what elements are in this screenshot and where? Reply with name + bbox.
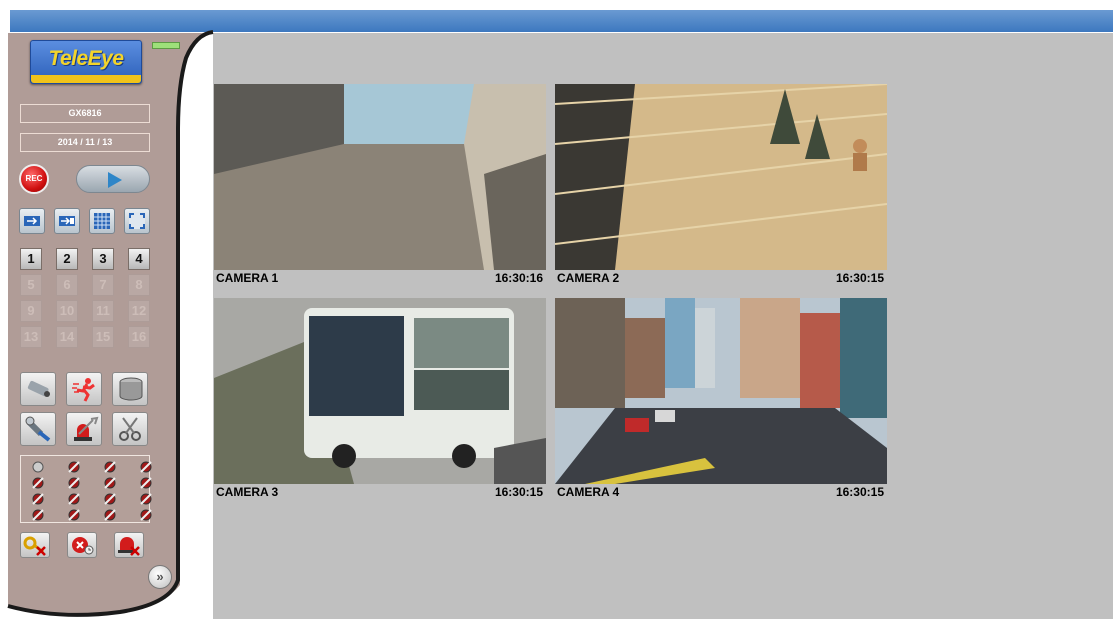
motion-alarm-button[interactable] <box>66 372 102 406</box>
fullscreen-icon <box>129 213 145 229</box>
camera-button-10: 10 <box>56 300 78 322</box>
camera-tile-3[interactable]: CAMERA 3 16:30:15 <box>214 298 546 501</box>
camera-caption: CAMERA 2 16:30:15 <box>555 270 887 287</box>
alarm-status-dot <box>32 461 44 473</box>
alarm-status-dot <box>68 461 80 473</box>
camera-feed-image <box>555 84 887 270</box>
storage-icon <box>119 377 143 401</box>
key-icon <box>23 536 46 556</box>
tool-icon <box>25 416 51 442</box>
camera-tile-4[interactable]: CAMERA 4 16:30:15 <box>555 298 887 501</box>
camera-button-13: 13 <box>20 326 42 348</box>
alarm-status-grid <box>20 455 152 523</box>
more-options-button[interactable]: » <box>148 565 172 589</box>
single-view-icon <box>24 216 40 226</box>
alarm-status-dot <box>104 477 116 489</box>
alarm-status-dot <box>140 461 152 473</box>
camera-button-12: 12 <box>128 300 150 322</box>
camera-button-3[interactable]: 3 <box>92 248 114 270</box>
camera-button-7: 7 <box>92 274 114 296</box>
alarm-status-dot <box>104 461 116 473</box>
camera-caption: CAMERA 3 16:30:15 <box>214 484 546 501</box>
teleeye-logo: TeleEye <box>30 40 142 84</box>
alarm-status-dot <box>140 477 152 489</box>
status-led <box>152 42 180 49</box>
camera-feed-image <box>214 84 546 270</box>
alarm-status-dot <box>68 493 80 505</box>
camera-feed-image <box>214 298 546 484</box>
device-model: GX6816 <box>20 104 150 123</box>
grid-view-button[interactable] <box>89 208 115 234</box>
camera-button-9: 9 <box>20 300 42 322</box>
camera-feed-image <box>555 298 887 484</box>
single-view-button[interactable] <box>19 208 45 234</box>
alarm-status-dot <box>140 493 152 505</box>
alarm-status-dot <box>68 477 80 489</box>
camera-button-16: 16 <box>128 326 150 348</box>
camera-caption: CAMERA 1 16:30:16 <box>214 270 546 287</box>
camera-name: CAMERA 3 <box>216 485 279 499</box>
alarm-status-dot <box>104 509 116 521</box>
camera-caption: CAMERA 4 16:30:15 <box>555 484 887 501</box>
fullscreen-button[interactable] <box>124 208 150 234</box>
motion-alarm-icon <box>72 378 95 402</box>
clear-schedule-button[interactable] <box>67 532 97 558</box>
camera-name: CAMERA 4 <box>557 485 620 499</box>
camera-button-8: 8 <box>128 274 150 296</box>
camera-timestamp: 16:30:15 <box>494 485 543 499</box>
dvr-viewer-app: TeleEye GX6816 2014 / 11 / 13 REC 123456… <box>0 0 1113 619</box>
play-icon <box>108 172 122 188</box>
camera-button-15: 15 <box>92 326 114 348</box>
alarm-status-dot <box>140 509 152 521</box>
camera-button-2[interactable]: 2 <box>56 248 78 270</box>
play-button[interactable] <box>76 165 150 193</box>
camera-button-1[interactable]: 1 <box>20 248 42 270</box>
camera-timestamp: 16:30:15 <box>835 271 884 285</box>
maintenance-button[interactable] <box>20 412 56 446</box>
record-button[interactable]: REC <box>19 164 49 194</box>
alarm-status-dot <box>32 477 44 489</box>
logo-text: TeleEye <box>48 47 124 70</box>
grid-view-icon <box>94 213 110 229</box>
device-date: 2014 / 11 / 13 <box>20 133 150 152</box>
cut-clip-button[interactable] <box>112 412 148 446</box>
camera-tile-2[interactable]: CAMERA 2 16:30:15 <box>555 84 887 287</box>
top-bar <box>10 10 1113 32</box>
camera-name: CAMERA 1 <box>216 271 279 285</box>
alarm-status-dot <box>104 493 116 505</box>
camera-tile-1[interactable]: CAMERA 1 16:30:16 <box>214 84 546 287</box>
camera-button-14: 14 <box>56 326 78 348</box>
alarm-reset-button[interactable] <box>114 532 144 558</box>
alarm-status-dot <box>32 493 44 505</box>
alarm-clear-icon <box>118 537 140 556</box>
alarm-status-dot <box>68 509 80 521</box>
unlock-button[interactable] <box>20 532 50 558</box>
camera-icon <box>27 380 50 397</box>
control-panel: TeleEye GX6816 2014 / 11 / 13 REC 123456… <box>14 32 184 612</box>
camera-button-5: 5 <box>20 274 42 296</box>
storage-button[interactable] <box>112 372 148 406</box>
alarm-output-button[interactable] <box>66 412 102 446</box>
clock-icon <box>72 537 94 555</box>
camera-button-4[interactable]: 4 <box>128 248 150 270</box>
sequence-view-button[interactable] <box>54 208 80 234</box>
camera-timestamp: 16:30:15 <box>835 485 884 499</box>
scissors-icon <box>119 417 141 441</box>
camera-name: CAMERA 2 <box>557 271 620 285</box>
camera-timestamp: 16:30:16 <box>494 271 543 285</box>
camera-button-11: 11 <box>92 300 114 322</box>
siren-icon <box>74 416 99 441</box>
quad-view-icon <box>59 216 75 226</box>
camera-settings-button[interactable] <box>20 372 56 406</box>
camera-button-6: 6 <box>56 274 78 296</box>
alarm-status-dot <box>32 509 44 521</box>
